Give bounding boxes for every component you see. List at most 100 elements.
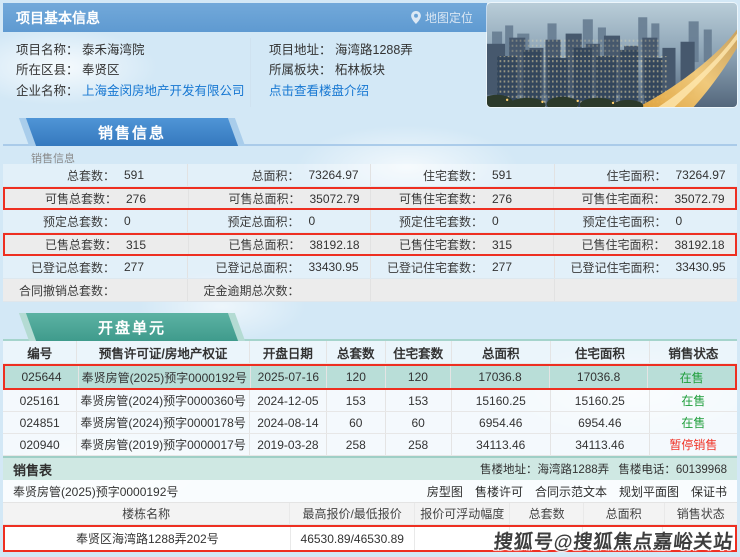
col-res-area: 住宅面积 bbox=[550, 341, 649, 363]
field-label: 已售总套数： bbox=[5, 236, 117, 253]
field-label: 预定总套数： bbox=[3, 213, 115, 230]
field-value: 315 bbox=[117, 238, 146, 252]
sales-info-field: 已售总面积：38192.18 bbox=[188, 235, 371, 254]
col-total-area: 总面积 bbox=[583, 503, 664, 524]
status-badge: 在售 bbox=[647, 366, 735, 388]
company-link[interactable]: 上海金闵房地产开发有限公司 bbox=[82, 84, 245, 98]
sales-info-field: 已售住宅套数：315 bbox=[370, 235, 553, 254]
project-name-label: 项目名称： bbox=[16, 43, 79, 57]
sales-info-field: 已登记总面积：33430.95 bbox=[187, 256, 371, 278]
opening-units-tab-strip: 开盘单元 bbox=[3, 313, 737, 341]
block-row: 所属板块： 柘林板块 bbox=[269, 60, 487, 80]
sales-info-field: 已登记住宅套数：277 bbox=[370, 256, 554, 278]
district-row: 所在区县： 奉贤区 bbox=[16, 60, 250, 80]
field-label: 可售总套数： bbox=[5, 190, 117, 207]
cell-res-units: 258 bbox=[385, 434, 451, 455]
sales-office-addr-value: 海湾路1288弄 bbox=[538, 464, 610, 476]
map-locate-label: 地图定位 bbox=[425, 9, 473, 26]
field-value: 276 bbox=[117, 192, 146, 206]
col-float-range: 报价可浮动幅度 bbox=[414, 503, 509, 524]
sales-office-phone-label: 售楼电话： bbox=[618, 464, 676, 476]
field-label: 已登记总面积： bbox=[188, 259, 300, 276]
cell-date: 2024-12-05 bbox=[249, 390, 326, 411]
col-status: 销售状态 bbox=[664, 503, 737, 524]
table-row[interactable]: 025161 奉贤房管(2024)预字0000360号 2024-12-05 1… bbox=[3, 390, 737, 412]
col-price: 最高报价/最低报价 bbox=[289, 503, 414, 524]
table-row[interactable]: 020940 奉贤房管(2019)预字0000017号 2019-03-28 2… bbox=[3, 434, 737, 456]
field-value: 0 bbox=[115, 214, 131, 228]
field-value: 33430.95 bbox=[667, 260, 726, 274]
cell-float-range bbox=[414, 527, 509, 550]
tab-opening-units[interactable]: 开盘单元 bbox=[31, 313, 233, 341]
field-label: 已售总面积： bbox=[189, 236, 301, 253]
table-row: 合同撤销总套数： 定金逾期总次数： bbox=[3, 279, 737, 302]
address-value: 海湾路1288弄 bbox=[335, 43, 413, 57]
sales-permit-link[interactable]: 售楼许可 bbox=[475, 483, 523, 500]
block-label: 所属板块： bbox=[269, 63, 332, 77]
field-value: 277 bbox=[483, 260, 512, 274]
sales-info-field: 可售住宅套数：276 bbox=[370, 189, 553, 208]
sales-info-field: 住宅面积：73264.97 bbox=[554, 164, 738, 186]
field-value: 277 bbox=[115, 260, 144, 274]
table-row-highlighted: 已售总套数：315 已售总面积：38192.18 已售住宅套数：315 已售住宅… bbox=[3, 233, 737, 256]
address-row: 项目地址： 海湾路1288弄 bbox=[269, 40, 487, 60]
cityscape-image bbox=[487, 3, 737, 107]
district-label: 所在区县： bbox=[16, 63, 79, 77]
view-intro-link[interactable]: 点击查看楼盘介绍 bbox=[269, 84, 369, 98]
field-value: 276 bbox=[483, 192, 512, 206]
page: 项目基本信息 地图定位 项目名称： 泰禾海湾院 所在区县： 奉贤区 bbox=[0, 0, 740, 557]
cell-id: 024851 bbox=[3, 412, 76, 433]
sales-info-field: 可售总面积：35072.79 bbox=[188, 189, 371, 208]
address-label: 项目地址： bbox=[269, 43, 332, 57]
sales-info-field bbox=[370, 279, 554, 301]
cell-total-units: 258 bbox=[326, 434, 385, 455]
field-value: 33430.95 bbox=[300, 260, 359, 274]
status-badge: 在售 bbox=[649, 412, 737, 433]
table-row-selected[interactable]: 025644 奉贤房管(2025)预字0000192号 2025-07-16 1… bbox=[3, 364, 737, 390]
guarantee-link[interactable]: 保证书 bbox=[691, 483, 727, 500]
cell-date: 2025-07-16 bbox=[250, 366, 327, 388]
cell-price: 46530.89/46530.89 bbox=[290, 527, 414, 550]
map-locate-link[interactable]: 地图定位 bbox=[411, 9, 473, 26]
tab-sales-info-label: 销售信息 bbox=[31, 118, 233, 146]
field-value: 0 bbox=[300, 214, 316, 228]
field-label: 定金逾期总次数： bbox=[188, 282, 300, 299]
field-label: 住宅套数： bbox=[371, 167, 483, 184]
table-row: 已登记总套数：277 已登记总面积：33430.95 已登记住宅套数：277 已… bbox=[3, 256, 737, 279]
cell-total-units: 153 bbox=[326, 390, 385, 411]
cell-res-area: 17036.8 bbox=[549, 366, 648, 388]
table-header-row: 编号 预售许可证/房地产权证 开盘日期 总套数 住宅套数 总面积 住宅面积 销售… bbox=[3, 341, 737, 364]
table-row-highlighted[interactable]: 奉贤区海湾路1288弄202号 46530.89/46530.89 1 1 bbox=[3, 525, 737, 552]
planning-map-link[interactable]: 规划平面图 bbox=[619, 483, 679, 500]
field-label: 已登记住宅套数： bbox=[371, 259, 483, 276]
col-total-units: 总套数 bbox=[509, 503, 582, 524]
floorplan-link[interactable]: 房型图 bbox=[427, 483, 463, 500]
sales-info-field: 已登记总套数：277 bbox=[3, 256, 187, 278]
cell-res-units: 120 bbox=[385, 366, 451, 388]
col-status: 销售状态 bbox=[649, 341, 737, 363]
col-id: 编号 bbox=[3, 341, 76, 363]
contract-sample-link[interactable]: 合同示范文本 bbox=[535, 483, 607, 500]
sales-info-field bbox=[554, 279, 738, 301]
col-total-area: 总面积 bbox=[451, 341, 550, 363]
tab-sales-info[interactable]: 销售信息 bbox=[31, 118, 233, 146]
sales-info-field: 预定总套数：0 bbox=[3, 210, 187, 232]
table-row[interactable]: 024851 奉贤房管(2024)预字0000178号 2024-08-14 6… bbox=[3, 412, 737, 434]
field-label: 合同撤销总套数： bbox=[3, 282, 115, 299]
status-badge: 在售 bbox=[649, 390, 737, 411]
cell-license: 奉贤房管(2024)预字0000360号 bbox=[76, 390, 248, 411]
sales-info-field: 预定住宅套数：0 bbox=[370, 210, 554, 232]
sales-office-contact: 售楼地址：海湾路1288弄 售楼电话：60139968 bbox=[480, 461, 727, 477]
field-label: 预定住宅面积： bbox=[555, 213, 667, 230]
field-value: 35072.79 bbox=[301, 192, 360, 206]
cell-total-area: 17036.8 bbox=[450, 366, 549, 388]
sales-info-field: 预定住宅面积：0 bbox=[554, 210, 738, 232]
status-badge: 暂停销售 bbox=[649, 434, 737, 455]
sales-table-license-row: 奉贤房管(2025)预字0000192号 房型图 售楼许可 合同示范文本 规划平… bbox=[3, 480, 737, 503]
cell-total-area: 6954.46 bbox=[451, 412, 550, 433]
company-label: 企业名称： bbox=[16, 84, 79, 98]
cell-id: 025161 bbox=[3, 390, 76, 411]
building-price-table: 楼栋名称 最高报价/最低报价 报价可浮动幅度 总套数 总面积 销售状态 奉贤区海… bbox=[3, 503, 737, 552]
sales-office-phone-value: 60139968 bbox=[676, 464, 727, 476]
field-label: 可售住宅面积： bbox=[554, 190, 666, 207]
